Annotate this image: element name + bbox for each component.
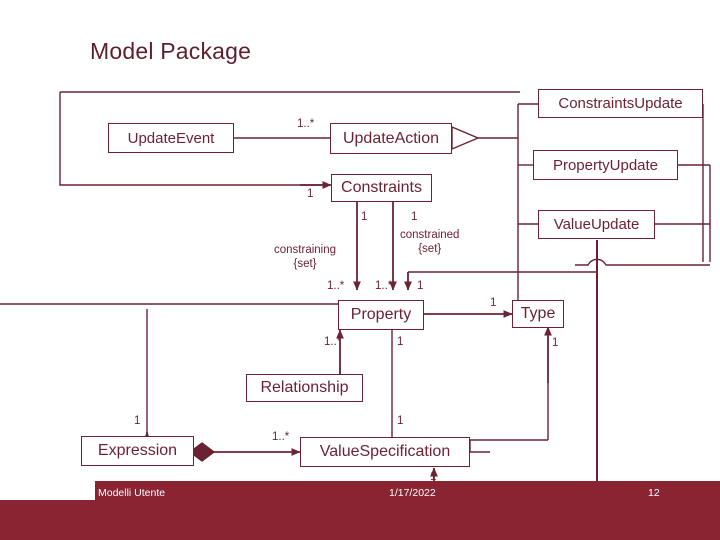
role-constrained-property: {set} [418,243,442,256]
class-box-property[interactable]: Property [338,300,424,330]
role-constrained-name: constrained [400,229,460,241]
multiplicity-property-to-type: 1 [490,297,497,309]
class-box-expression[interactable]: Expression [81,436,194,466]
class-box-value-update[interactable]: ValueUpdate [538,210,655,239]
class-box-value-specification[interactable]: ValueSpecification [300,437,470,467]
class-box-constraints[interactable]: Constraints [331,174,432,202]
role-constraining-name: constraining [274,244,337,256]
role-label-constraining: constraining {set} [274,243,336,272]
multiplicity-update-event-action: 1..* [297,118,315,130]
multiplicity-property-constraining: 1..* [327,280,345,292]
multiplicity-property-bottom-mid: 1 [397,336,404,348]
multiplicity-expression-top: 1 [134,415,141,427]
multiplicity-property-bottom-left: 1..* [324,336,342,348]
multiplicity-constraints-in: 1 [307,188,314,200]
role-label-constrained: constrained {set} [400,228,459,257]
class-box-relationship[interactable]: Relationship [246,374,363,402]
multiplicity-type-bottom: 1 [552,337,559,349]
class-box-property-update[interactable]: PropertyUpdate [533,150,678,180]
multiplicity-property-constrained: 1..* [375,280,393,292]
multiplicity-constraining-end: 1 [361,211,368,223]
footer-date: 1/17/2022 [389,487,436,499]
class-box-constraints-update[interactable]: ConstraintsUpdate [538,89,703,118]
class-box-update-action[interactable]: UpdateAction [330,123,452,154]
footer-band-lower [0,500,720,540]
slide-canvas: Model Package UpdateEvent UpdateAction C… [0,0,720,540]
multiplicity-valuespec-top: 1 [397,415,404,427]
multiplicity-property-top-right: 1 [417,280,424,292]
role-constraining-property: {set} [293,258,317,271]
class-box-update-event[interactable]: UpdateEvent [108,123,234,153]
footer-page-number: 12 [648,487,660,499]
multiplicity-valuespec-left: 1..* [272,431,290,443]
footer-left-text: Modelli Utente [98,487,166,499]
class-box-type[interactable]: Type [512,300,564,328]
multiplicity-constrained-end: 1 [411,211,418,223]
